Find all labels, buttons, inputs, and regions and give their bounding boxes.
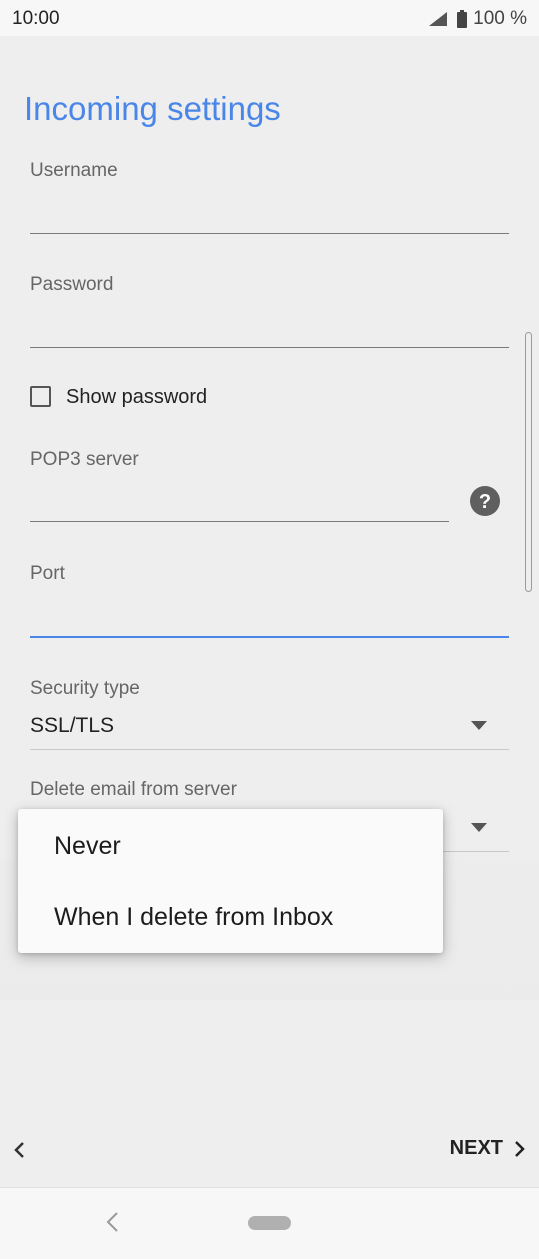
- status-bar: 10:00 100 %: [0, 0, 539, 36]
- next-label: NEXT: [449, 1137, 503, 1159]
- delete-email-options-menu: Never When I delete from Inbox: [18, 809, 443, 953]
- username-label: Username: [30, 160, 118, 181]
- nav-back-icon[interactable]: [104, 1210, 120, 1234]
- menu-item-never[interactable]: Never: [54, 832, 121, 861]
- chevron-right-icon: [515, 1140, 525, 1157]
- security-type-label: Security type: [30, 678, 140, 699]
- menu-item-when-delete-from-inbox[interactable]: When I delete from Inbox: [54, 903, 333, 932]
- username-underline: [30, 233, 509, 234]
- security-type-underline: [30, 749, 509, 750]
- back-chevron-icon[interactable]: [12, 1140, 26, 1160]
- port-input[interactable]: [30, 603, 509, 633]
- security-type-select[interactable]: SSL/TLS: [30, 714, 114, 738]
- nav-home-pill[interactable]: [248, 1216, 291, 1230]
- next-button[interactable]: NEXT: [450, 1137, 527, 1160]
- scrollbar[interactable]: [525, 332, 532, 592]
- battery-icon: [457, 10, 468, 28]
- delete-email-label: Delete email from server: [30, 779, 237, 800]
- signal-icon: [429, 12, 448, 26]
- dropdown-arrow-icon[interactable]: [471, 721, 487, 731]
- status-indicators: 100 %: [429, 8, 527, 30]
- pop3-server-underline: [30, 521, 449, 522]
- port-label: Port: [30, 563, 65, 584]
- page-title: Incoming settings: [24, 90, 281, 127]
- show-password-label[interactable]: Show password: [66, 386, 207, 409]
- svg-text:?: ?: [479, 491, 491, 513]
- password-label: Password: [30, 274, 114, 295]
- port-underline-focused: [30, 636, 509, 638]
- username-input[interactable]: [30, 200, 509, 230]
- password-underline: [30, 347, 509, 348]
- battery-percent: 100 %: [473, 8, 527, 29]
- help-icon[interactable]: ?: [470, 486, 500, 516]
- show-password-checkbox[interactable]: [30, 386, 51, 407]
- pop3-server-label: POP3 server: [30, 449, 139, 470]
- navigation-bar: [0, 1187, 539, 1259]
- status-time: 10:00: [12, 8, 60, 29]
- password-input[interactable]: [30, 314, 509, 344]
- dropdown-arrow-icon[interactable]: [471, 823, 487, 833]
- pop3-server-input[interactable]: [30, 489, 449, 519]
